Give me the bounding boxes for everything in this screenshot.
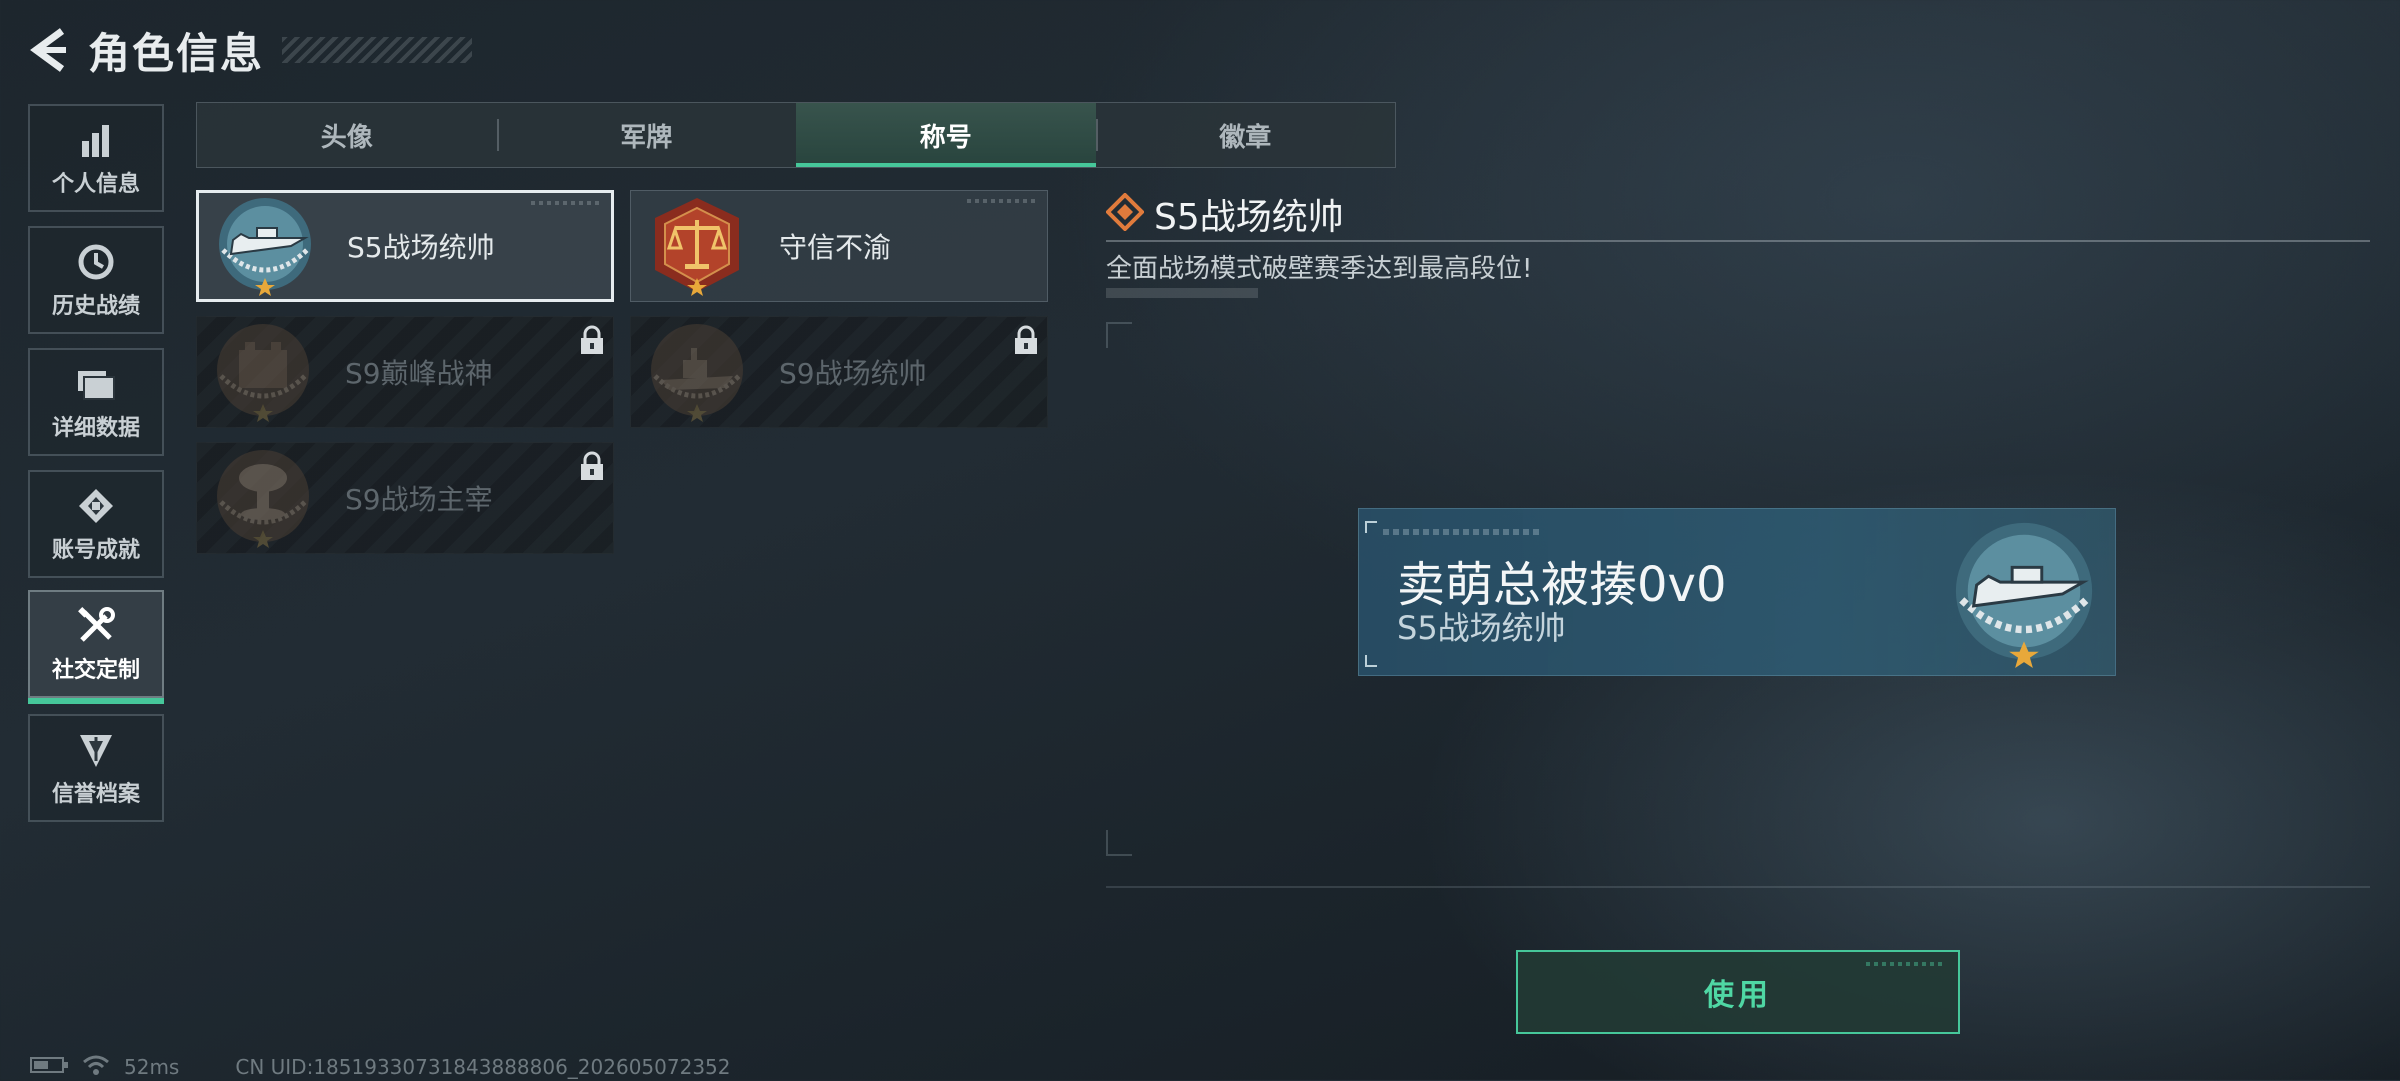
divider bbox=[1106, 886, 2370, 888]
uid-text: CN UID:18519330731843888806_202605072352 bbox=[235, 1055, 731, 1079]
wifi-icon bbox=[82, 1054, 110, 1081]
bar-chart-icon bbox=[79, 118, 113, 162]
detail-title: S5战场统帅 bbox=[1154, 197, 1344, 238]
detail-description: 全面战场模式破壁赛季达到最高段位! bbox=[1106, 254, 1533, 284]
warship-emblem-icon bbox=[645, 320, 749, 424]
sidebar-item-label: 个人信息 bbox=[51, 172, 140, 197]
title-card-s9-god-of-war[interactable]: S9巅峰战神 bbox=[196, 316, 614, 428]
sidebar-item-history[interactable]: 历史战绩 bbox=[28, 226, 164, 334]
sidebar-item-label: 历史战绩 bbox=[51, 294, 140, 319]
page-title: 角色信息 bbox=[88, 28, 265, 78]
title-card-trustworthy[interactable]: 守信不渝 bbox=[630, 190, 1048, 302]
title-card-s9-dominator[interactable]: S9战场主宰 bbox=[196, 442, 614, 554]
tools-icon bbox=[76, 604, 116, 648]
frame-corner bbox=[1106, 830, 1132, 856]
speedboat-emblem-icon bbox=[1947, 517, 2101, 671]
card-label: S9战场统帅 bbox=[779, 357, 927, 390]
divider bbox=[1106, 240, 2370, 242]
achievement-icon bbox=[77, 484, 115, 528]
card-label: 守信不渝 bbox=[779, 231, 892, 264]
tab-avatar[interactable]: 头像 bbox=[197, 103, 497, 167]
header: 角色信息 bbox=[28, 20, 473, 80]
sidebar-item-label: 账号成就 bbox=[51, 538, 140, 563]
sidebar-item-personal-info[interactable]: 个人信息 bbox=[28, 104, 164, 212]
frame-corner bbox=[1106, 322, 1132, 348]
detail-header: S5战场统帅 bbox=[1105, 188, 1344, 240]
frame-corner bbox=[1365, 521, 1377, 533]
lock-icon bbox=[1013, 325, 1039, 359]
card-label: S9战场主宰 bbox=[345, 483, 493, 516]
latency-text: 52ms bbox=[124, 1055, 180, 1079]
banner-decoration bbox=[1383, 529, 1543, 535]
sidebar-item-social-custom[interactable]: 社交定制 bbox=[28, 590, 164, 704]
lock-icon bbox=[579, 325, 605, 359]
battery-icon bbox=[30, 1055, 70, 1080]
card-decoration bbox=[967, 199, 1037, 203]
sidebar-item-label: 详细数据 bbox=[51, 416, 140, 441]
button-decoration bbox=[1866, 962, 1946, 966]
card-label: S5战场统帅 bbox=[347, 231, 495, 264]
folder-icon bbox=[76, 362, 116, 406]
diamond-icon bbox=[1105, 192, 1145, 235]
status-bar: 52ms CN UID:18519330731843888806_2026050… bbox=[30, 1054, 731, 1080]
tab-title[interactable]: 称号 bbox=[796, 103, 1096, 167]
scales-emblem-icon bbox=[645, 194, 749, 298]
sidebar-item-achievements[interactable]: 账号成就 bbox=[28, 470, 164, 578]
tab-badge[interactable]: 徽章 bbox=[1095, 103, 1396, 167]
lock-icon bbox=[579, 451, 605, 485]
use-button-label: 使用 bbox=[1704, 978, 1772, 1013]
card-decoration bbox=[531, 201, 601, 205]
frame-corner bbox=[1365, 655, 1377, 667]
sidebar-item-label: 社交定制 bbox=[51, 658, 140, 683]
reputation-icon bbox=[77, 728, 115, 772]
sidebar-item-reputation[interactable]: 信誉档案 bbox=[28, 714, 164, 822]
clock-icon bbox=[77, 240, 115, 284]
title-preview-banner: 卖萌总被揍0v0 S5战场统帅 bbox=[1358, 508, 2116, 676]
title-decoration bbox=[282, 37, 473, 63]
title-card-s5-commander[interactable]: S5战场统帅 bbox=[196, 190, 614, 302]
tab-dog-tag[interactable]: 军牌 bbox=[496, 103, 797, 167]
fortress-emblem-icon bbox=[211, 320, 315, 424]
banner-title: S5战场统帅 bbox=[1397, 609, 1566, 647]
tab-bar: 头像 军牌 称号 徽章 bbox=[196, 102, 1396, 168]
mushroom-cloud-emblem-icon bbox=[211, 446, 315, 550]
back-arrow-icon[interactable] bbox=[28, 27, 68, 73]
description-decoration bbox=[1106, 288, 1258, 298]
sidebar-item-detailed-data[interactable]: 详细数据 bbox=[28, 348, 164, 456]
speedboat-emblem-icon bbox=[213, 194, 317, 298]
use-button[interactable]: 使用 bbox=[1516, 950, 1960, 1034]
card-label: S9巅峰战神 bbox=[345, 357, 493, 390]
title-card-s9-commander[interactable]: S9战场统帅 bbox=[630, 316, 1048, 428]
sidebar-item-label: 信誉档案 bbox=[51, 782, 140, 807]
